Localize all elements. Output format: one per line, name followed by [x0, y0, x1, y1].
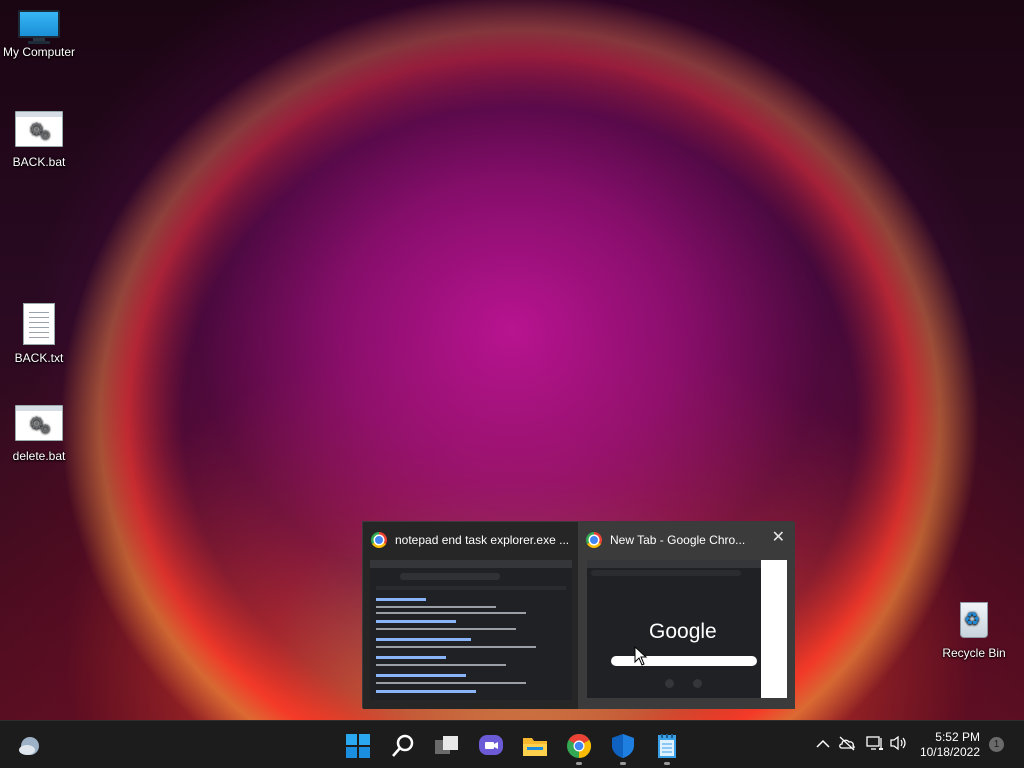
computer-icon [18, 10, 60, 44]
text-file-icon [23, 303, 55, 345]
desktop-icon-label: BACK.txt [14, 351, 64, 365]
desktop-icon-back-txt[interactable]: BACK.txt [0, 303, 79, 365]
chrome-icon[interactable] [566, 733, 592, 759]
file-explorer-icon[interactable] [522, 733, 548, 759]
preview-thumbnail-1[interactable]: notepad end task explorer.exe ... [363, 522, 578, 709]
desktop-icon-label: BACK.bat [12, 155, 66, 169]
chrome-icon [371, 532, 387, 548]
show-hidden-icons-chevron-icon[interactable] [816, 737, 830, 751]
desktop-icon-label: Recycle Bin [942, 646, 1006, 660]
desktop-icon-label: delete.bat [12, 449, 66, 463]
clock-time: 5:52 PM [935, 730, 980, 744]
mouse-cursor-icon [634, 646, 648, 666]
desktop-icon-my-computer[interactable]: My Computer [0, 10, 79, 59]
batch-file-icon: ⚙ ⚙ [15, 405, 63, 441]
batch-file-icon: ⚙ ⚙ [15, 111, 63, 147]
running-indicator [664, 762, 670, 765]
thumbnail-image: Google [587, 560, 787, 698]
chrome-icon [586, 532, 602, 548]
chat-icon[interactable] [478, 733, 504, 759]
start-icon[interactable] [345, 733, 371, 759]
notepad-icon[interactable] [654, 733, 680, 759]
recycle-bin-icon: ♻ [954, 596, 994, 640]
volume-icon[interactable] [890, 735, 908, 753]
system-clock[interactable]: 5:52 PM 10/18/2022 [920, 730, 980, 760]
defender-icon[interactable] [610, 733, 636, 759]
desktop-icon-delete-bat[interactable]: ⚙ ⚙ delete.bat [0, 405, 79, 463]
preview-title: New Tab - Google Chro... [610, 533, 746, 547]
search-icon[interactable] [390, 733, 416, 759]
preview-thumbnail-2[interactable]: New Tab - Google Chro... ✕ Google [578, 522, 795, 709]
onedrive-cloud-icon[interactable] [838, 735, 856, 753]
taskbar: 5:52 PM 10/18/2022 1 [0, 720, 1024, 768]
desktop-icon-label: My Computer [2, 45, 76, 59]
clock-date: 10/18/2022 [919, 745, 980, 759]
network-icon[interactable] [866, 735, 884, 753]
task-view-icon[interactable] [434, 733, 460, 759]
running-indicator [576, 762, 582, 765]
desktop-icon-back-bat[interactable]: ⚙ ⚙ BACK.bat [0, 111, 79, 169]
taskbar-window-preview: notepad end task explorer.exe ... New Ta… [362, 521, 795, 709]
desktop-icon-recycle-bin[interactable]: ♻ Recycle Bin [934, 596, 1014, 660]
weather-icon[interactable] [16, 733, 42, 759]
close-icon[interactable]: ✕ [772, 530, 785, 546]
notification-badge[interactable]: 1 [989, 737, 1004, 752]
preview-title: notepad end task explorer.exe ... [395, 533, 570, 547]
google-logo: Google [649, 620, 717, 643]
thumbnail-image [370, 560, 572, 700]
running-indicator [620, 762, 626, 765]
